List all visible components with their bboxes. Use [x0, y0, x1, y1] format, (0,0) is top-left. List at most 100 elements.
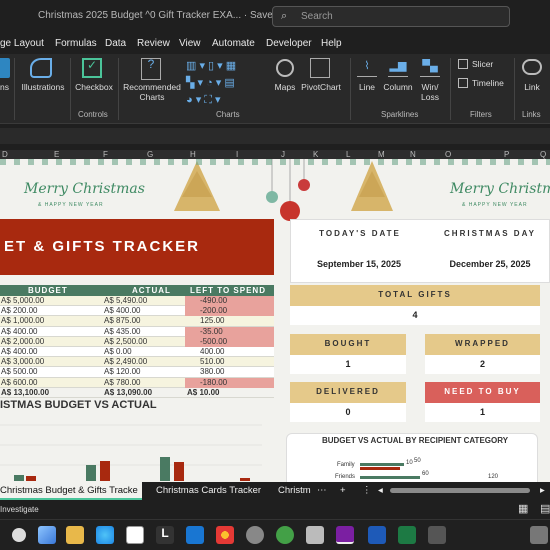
search-icon: ⌕	[281, 10, 288, 22]
total-gifts-value: 4	[412, 310, 418, 320]
tray-icon[interactable]	[530, 526, 548, 544]
status-investigate[interactable]: Investigate	[0, 505, 39, 514]
chrome-icon[interactable]	[216, 526, 234, 544]
tab-christmas-other[interactable]: Christm	[278, 485, 311, 496]
budget-vs-actual-chart[interactable]	[0, 415, 274, 482]
left-cell-bg	[185, 306, 274, 317]
left-cell-bg	[185, 377, 274, 388]
column-sparkline-icon[interactable]: ▂▆	[388, 61, 408, 77]
table-row[interactable]: A$ 400.00 A$ 0.00 400.00	[0, 346, 274, 358]
store-icon[interactable]	[126, 526, 144, 544]
table-row[interactable]: A$ 600.00 A$ 780.00 -180.00	[0, 377, 274, 388]
col-q[interactable]: Q	[540, 150, 546, 159]
tab-review[interactable]: Review	[137, 38, 170, 49]
col-l[interactable]: L	[346, 150, 350, 159]
tab-options-icon[interactable]: ⋮	[362, 485, 372, 496]
scroll-right-icon[interactable]: ▸	[540, 485, 545, 496]
link-label[interactable]: Link	[521, 82, 543, 92]
col-p[interactable]: P	[504, 150, 509, 159]
worksheet[interactable]: Merry Christmas & HAPPY NEW YEAR Merry C…	[0, 159, 550, 482]
col-e[interactable]: E	[54, 150, 59, 159]
search-taskbar-icon[interactable]	[12, 528, 26, 542]
col-i[interactable]: I	[236, 150, 238, 159]
more-tabs-icon[interactable]: ⋯	[317, 485, 327, 496]
maps-icon[interactable]	[276, 59, 294, 77]
actual-cell: A$ 5,490.00	[104, 296, 148, 305]
formula-bar[interactable]	[0, 124, 550, 150]
table-row[interactable]: A$ 400.00 A$ 435.00 -35.00	[0, 326, 274, 337]
tab-developer[interactable]: Developer	[266, 38, 312, 49]
column-label[interactable]: Column	[381, 82, 415, 92]
tab-cards-tracker[interactable]: Christmas Cards Tracker	[156, 485, 261, 496]
tables-icon[interactable]	[0, 58, 10, 78]
illustrations-icon[interactable]	[30, 58, 52, 78]
winloss-label[interactable]: Win/ Loss	[418, 82, 442, 102]
table-row[interactable]: A$ 500.00 A$ 120.00 380.00	[0, 367, 274, 378]
col-h[interactable]: H	[190, 150, 196, 159]
edge-icon[interactable]	[96, 526, 114, 544]
whatsapp-icon[interactable]	[276, 526, 294, 544]
settings-icon[interactable]	[246, 526, 264, 544]
checkbox-icon[interactable]: ✓	[82, 58, 102, 78]
winloss-sparkline-icon[interactable]: ▀▄	[420, 61, 440, 77]
onenote-icon[interactable]	[336, 526, 354, 544]
recip-value-label: 50	[414, 458, 421, 464]
word-icon[interactable]	[368, 526, 386, 544]
left-cell-bg	[185, 316, 274, 326]
col-o[interactable]: O	[445, 150, 451, 159]
task-view-icon[interactable]	[38, 526, 56, 544]
need-to-buy-label: NEED TO BUY	[425, 382, 540, 403]
tab-data[interactable]: Data	[105, 38, 126, 49]
line-label[interactable]: Line	[356, 82, 378, 92]
page-layout-icon[interactable]: ▤	[540, 502, 550, 515]
tab-help[interactable]: Help	[321, 38, 342, 49]
col-m[interactable]: M	[378, 150, 385, 159]
total-row[interactable]: A$ 13,100.00 A$ 13,090.00 A$ 10.00	[0, 388, 274, 398]
slicer-label[interactable]: Slicer	[472, 59, 493, 69]
app-icon[interactable]	[428, 526, 446, 544]
table-row[interactable]: A$ 3,000.00 A$ 2,490.00 510.00	[0, 357, 274, 368]
timeline-label[interactable]: Timeline	[472, 78, 504, 88]
col-g[interactable]: G	[147, 150, 153, 159]
recommended-charts-icon[interactable]: ?	[141, 58, 161, 80]
slicer-icon[interactable]	[458, 59, 468, 69]
col-j[interactable]: J	[281, 150, 285, 159]
normal-view-icon[interactable]: ▦	[518, 502, 528, 515]
line-sparkline-icon[interactable]: ⌇	[357, 61, 377, 77]
checkbox-label[interactable]: Checkbox	[74, 82, 114, 92]
col-d[interactable]: D	[2, 150, 8, 159]
tab-view[interactable]: View	[179, 38, 201, 49]
outlook-icon[interactable]	[186, 526, 204, 544]
scroll-left-icon[interactable]: ◂	[378, 485, 383, 496]
table-row[interactable]: A$ 200.00 A$ 400.00 -200.00	[0, 306, 274, 317]
add-sheet-button[interactable]: +	[340, 485, 346, 496]
total-gifts-label: TOTAL GIFTS	[290, 285, 540, 306]
table-row[interactable]: A$ 2,000.00 A$ 2,500.00 -500.00	[0, 336, 274, 347]
left-cell-bg	[185, 367, 274, 377]
table-row[interactable]: A$ 1,000.00 A$ 875.00 125.00	[0, 316, 274, 327]
col-f[interactable]: F	[103, 150, 108, 159]
tab-formulas[interactable]: Formulas	[55, 38, 97, 49]
link-icon[interactable]	[522, 59, 542, 75]
bar	[360, 476, 420, 479]
timeline-icon[interactable]	[458, 78, 468, 88]
col-k[interactable]: K	[313, 150, 318, 159]
file-explorer-icon[interactable]	[66, 526, 84, 544]
horizontal-scrollbar[interactable]	[390, 488, 530, 493]
chart-type-icons[interactable]: ▥ ▾ ▯ ▾ ▦ ▚ ▾ ◔ ▾ ▤ ◕ ▾ ⛶ ▾	[186, 58, 236, 109]
recommended-charts-label[interactable]: Recommended Charts	[122, 82, 182, 102]
illustrations-label[interactable]: Illustrations	[18, 82, 68, 92]
excel-icon[interactable]	[398, 526, 416, 544]
maps-label[interactable]: Maps	[273, 82, 297, 92]
search-box[interactable]: ⌕ Search	[272, 6, 510, 27]
l-app-icon[interactable]: L	[156, 526, 174, 544]
table-row[interactable]: A$ 5,000.00 A$ 5,490.00 -490.00	[0, 296, 274, 307]
tab-budget-gifts[interactable]: Christmas Budget & Gifts Tracke	[0, 485, 138, 496]
left-to-spend-cell: -35.00	[200, 326, 223, 336]
tab-page-layout[interactable]: ge Layout	[0, 38, 44, 49]
pivotchart-icon[interactable]	[310, 58, 330, 78]
pivotchart-label[interactable]: PivotChart	[300, 82, 342, 92]
tab-automate[interactable]: Automate	[212, 38, 255, 49]
snipping-icon[interactable]	[306, 526, 324, 544]
col-n[interactable]: N	[410, 150, 416, 159]
